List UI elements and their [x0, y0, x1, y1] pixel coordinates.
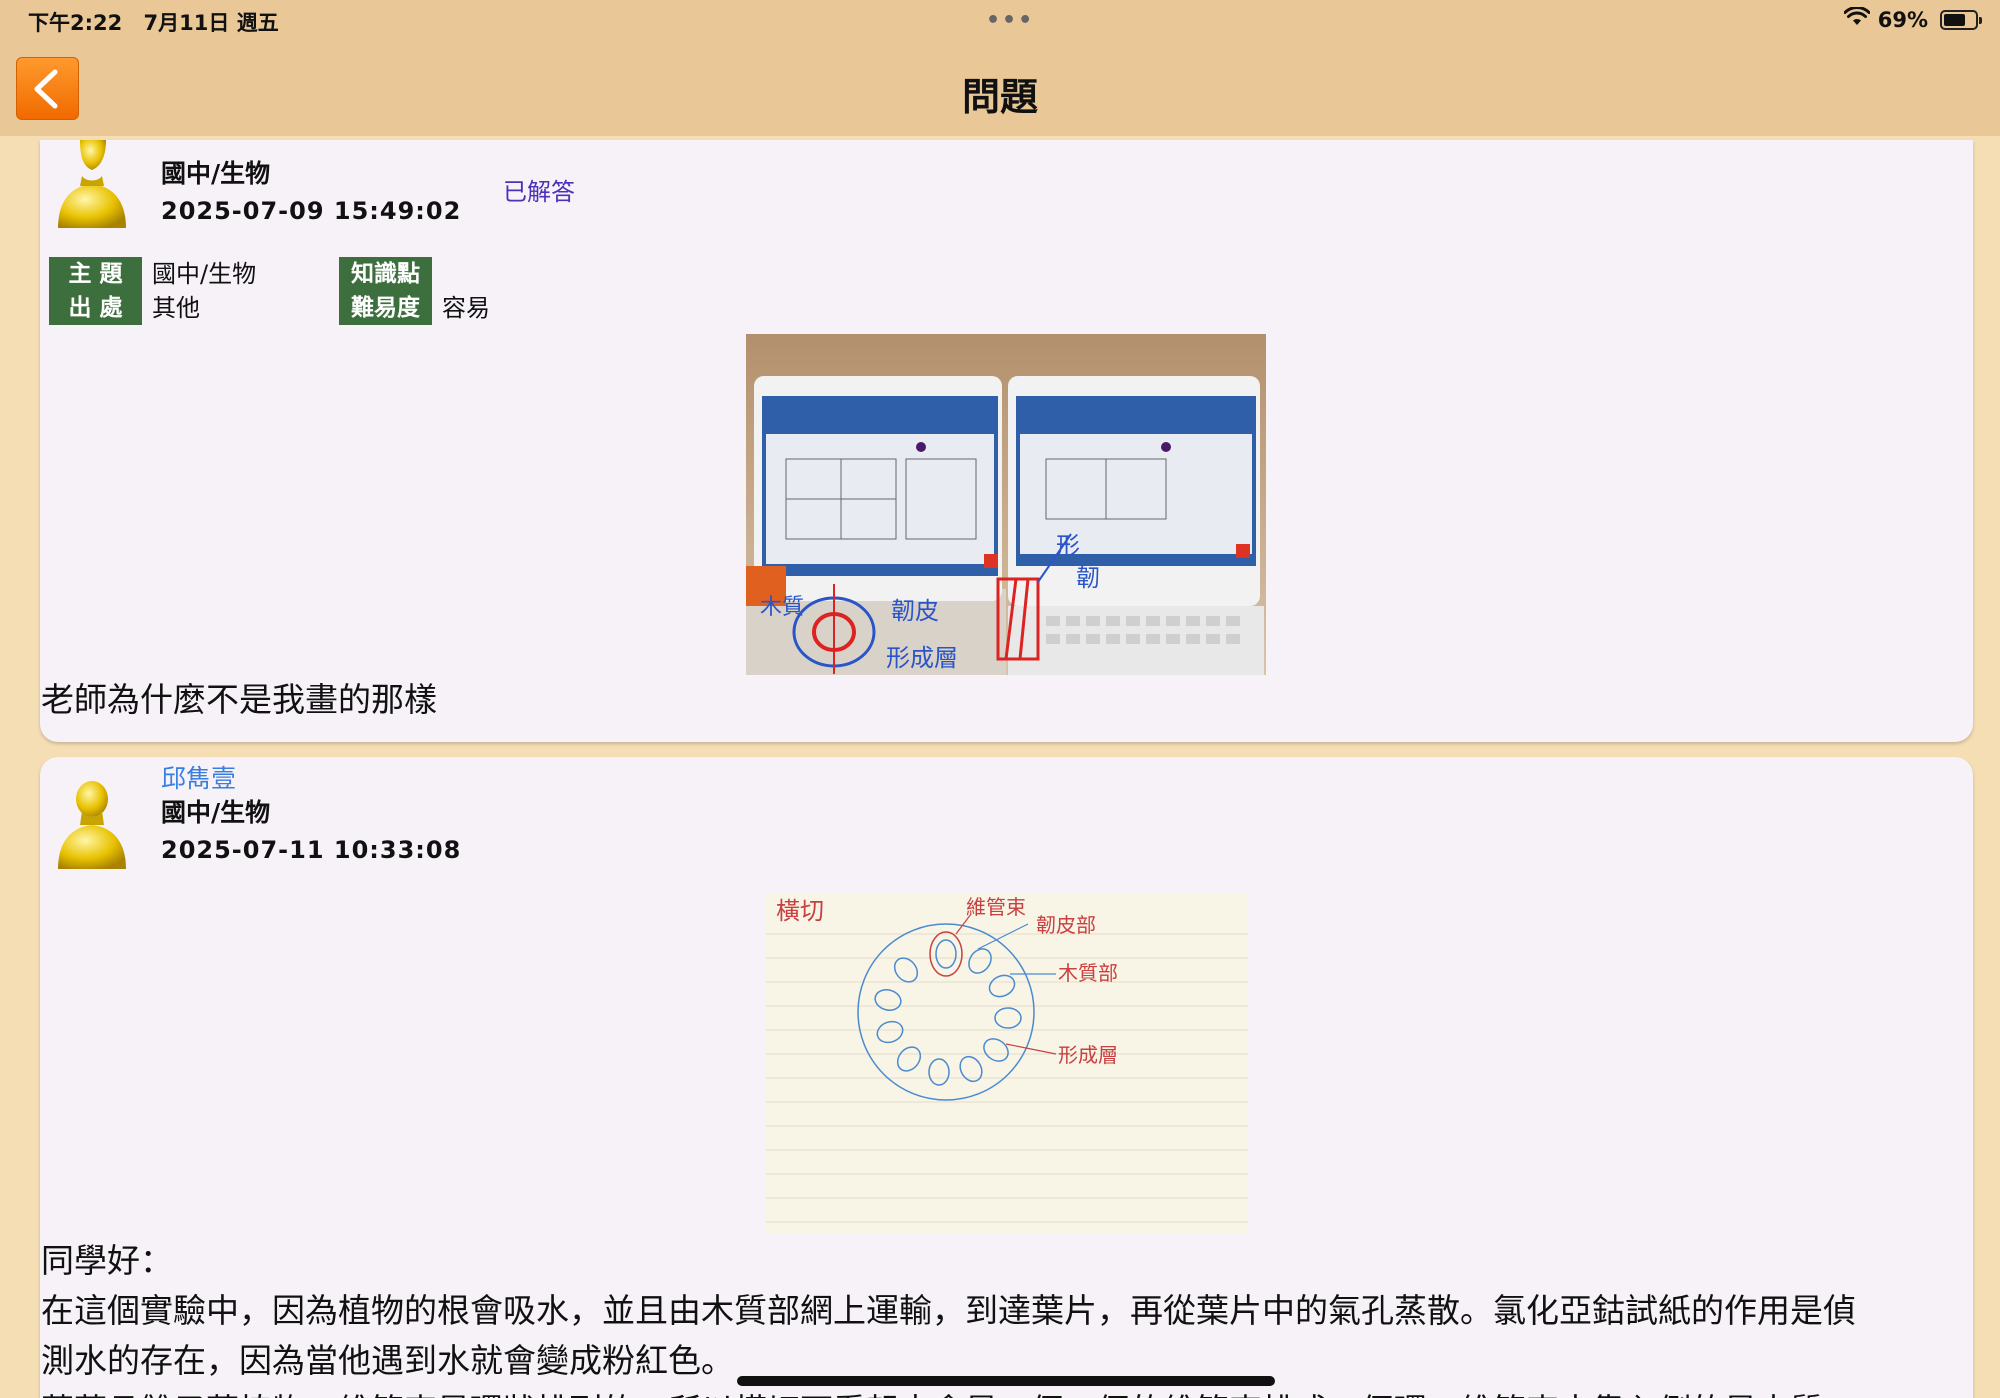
sketch-label-bundle: 維管束	[966, 895, 1026, 919]
photo-label: 形成層	[886, 644, 958, 672]
question-photo[interactable]: 木質 韌皮 形成層 形 韌	[746, 334, 1266, 675]
answer-author[interactable]: 邱雋壹	[161, 759, 236, 795]
battery-level	[1944, 13, 1965, 26]
difficulty-label: 難易度	[339, 291, 432, 325]
question-subject: 國中/生物	[161, 159, 271, 188]
stem-cross-section-sketch: 橫切 維管束 韌皮部 木質部 形成層	[766, 895, 1248, 1223]
status-date: 7月11日 週五	[143, 11, 279, 35]
question-timestamp: 2025-07-09 15:49:02	[161, 197, 462, 225]
difficulty-value: 容易	[442, 294, 490, 322]
knowledge-label: 知識點	[339, 257, 432, 291]
topic-value: 國中/生物	[152, 260, 257, 288]
user-avatar-icon	[58, 140, 126, 228]
topic-label: 主 題	[49, 257, 142, 291]
sketch-label-phloem: 韌皮部	[1036, 913, 1096, 937]
avatar	[52, 140, 132, 230]
photo-label: 韌	[1076, 564, 1100, 592]
answer-text-line: 同學好：	[41, 1241, 173, 1280]
battery-percent: 69%	[1877, 7, 1928, 32]
answer-timestamp: 2025-07-11 10:33:08	[161, 836, 462, 864]
avatar	[52, 781, 132, 871]
status-time: 下午2:22	[28, 11, 123, 35]
question-text: 老師為什麼不是我畫的那樣	[41, 680, 437, 719]
source-value: 其他	[152, 294, 200, 322]
user-avatar-icon	[58, 781, 126, 869]
nav-bar: 問題	[0, 40, 2000, 136]
home-indicator[interactable]	[737, 1376, 1275, 1386]
source-label: 出 處	[49, 291, 142, 325]
multitask-dots[interactable]: •••	[986, 8, 1034, 33]
battery-icon	[1940, 9, 1982, 30]
answer-text-line: 莖葉且雙子葉植物，維管束是環狀排列的，所以橫切面看起來會是一個一個的維管束排成一…	[41, 1386, 1823, 1398]
status-badge: 已解答	[503, 178, 575, 206]
wifi-icon	[1843, 6, 1871, 32]
answer-card: 邱雋壹 國中/生物 2025-07-11 10:33:08 橫切 維管束 韌皮部…	[40, 757, 1973, 1398]
status-right-group: 69%	[1843, 6, 1982, 32]
status-time-date: 下午2:22 7月11日 週五	[28, 7, 293, 37]
sketch-label-cut: 橫切	[776, 897, 824, 925]
photo-label: 形	[1056, 532, 1080, 560]
sketch-label-xylem: 木質部	[1058, 961, 1118, 985]
answer-text-line: 測水的存在，因為當他遇到水就會變成粉紅色。	[41, 1341, 734, 1380]
answer-sketch-image[interactable]: 橫切 維管束 韌皮部 木質部 形成層	[766, 894, 1248, 1234]
question-card: 國中/生物 2025-07-09 15:49:02 已解答 主 題 國中/生物 …	[40, 140, 1973, 742]
page-title: 問題	[961, 75, 1038, 119]
answer-subject: 國中/生物	[161, 798, 271, 827]
photo-label: 韌皮	[891, 597, 939, 625]
photo-label: 木質	[760, 595, 804, 620]
answer-text-line: 在這個實驗中，因為植物的根會吸水，並且由木質部網上運輸，到達葉片，再從葉片中的氣…	[41, 1291, 1856, 1330]
laptop-photo-image: 木質 韌皮 形成層 形 韌	[746, 334, 1266, 675]
status-bar: 下午2:22 7月11日 週五 ••• 69%	[0, 0, 2000, 40]
sketch-label-cambium: 形成層	[1058, 1043, 1118, 1067]
